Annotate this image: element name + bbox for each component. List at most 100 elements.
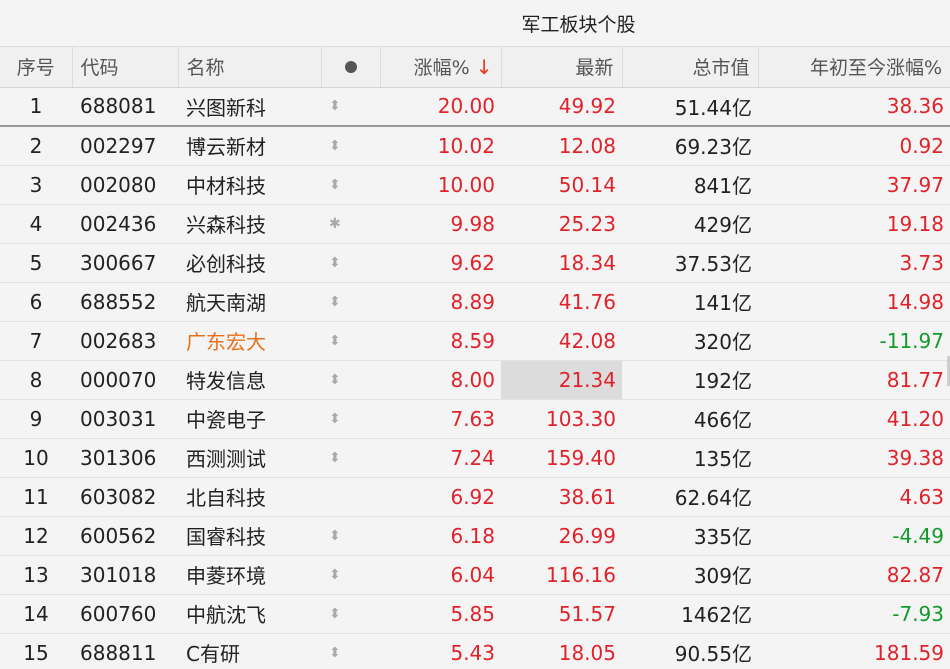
market-cap: 320亿 xyxy=(622,321,758,361)
row-index: 10 xyxy=(0,438,72,478)
trend-icon: ⬍ xyxy=(321,438,380,478)
trend-icon: ⬍ xyxy=(321,555,380,595)
column-header-code[interactable]: 代码 xyxy=(72,47,179,88)
table-row[interactable]: 9 003031 中瓷电子 ⬍ 7.63 103.30 466亿 41.20 xyxy=(0,399,950,439)
row-index: 9 xyxy=(0,399,72,439)
stock-code: 301018 xyxy=(72,555,178,595)
market-cap: 69.23亿 xyxy=(622,126,758,166)
stock-name: C有研 xyxy=(178,633,321,669)
ytd-change: 37.97 xyxy=(758,165,950,205)
row-index: 8 xyxy=(0,360,72,400)
row-index: 1 xyxy=(0,87,72,127)
stock-name: 博云新材 xyxy=(178,126,321,166)
stock-code: 002683 xyxy=(72,321,178,361)
trend-icon: ⬍ xyxy=(321,399,380,439)
stock-code: 600562 xyxy=(72,516,178,556)
latest-price: 18.05 xyxy=(501,633,622,669)
ytd-change: 81.77 xyxy=(758,360,950,400)
table-row[interactable]: 5 300667 必创科技 ⬍ 9.62 18.34 37.53亿 3.73 xyxy=(0,243,950,283)
market-cap: 90.55亿 xyxy=(622,633,758,669)
change-pct: 8.89 xyxy=(380,282,501,322)
trend-icon: ✱ xyxy=(321,204,380,244)
change-pct: 8.00 xyxy=(380,360,501,400)
row-index: 7 xyxy=(0,321,72,361)
ytd-change: 41.20 xyxy=(758,399,950,439)
latest-price: 116.16 xyxy=(501,555,622,595)
row-index: 5 xyxy=(0,243,72,283)
stock-code: 688552 xyxy=(72,282,178,322)
change-pct: 10.02 xyxy=(380,126,501,166)
stock-name: 中瓷电子 xyxy=(178,399,321,439)
table-row[interactable]: 12 600562 国睿科技 ⬍ 6.18 26.99 335亿 -4.49 xyxy=(0,516,950,556)
stock-code: 003031 xyxy=(72,399,178,439)
ytd-change: 38.36 xyxy=(758,87,950,127)
market-cap: 466亿 xyxy=(622,399,758,439)
table-body: 1 688081 兴图新科 ⬍ 20.00 49.92 51.44亿 38.36 2 002297… xyxy=(0,87,950,669)
trend-icon: ⬍ xyxy=(321,360,380,400)
table-row[interactable]: 10 301306 西测测试 ⬍ 7.24 159.40 135亿 39.38 xyxy=(0,438,950,478)
ytd-change: 39.38 xyxy=(758,438,950,478)
table-row[interactable]: 2 002297 博云新材 ⬍ 10.02 12.08 69.23亿 0.92 xyxy=(0,126,950,166)
table-row[interactable]: 15 688811 C有研 ⬍ 5.43 18.05 90.55亿 181.59 xyxy=(0,633,950,669)
market-cap: 135亿 xyxy=(622,438,758,478)
stock-name: 必创科技 xyxy=(178,243,321,283)
table-row[interactable]: 13 301018 申菱环境 ⬍ 6.04 116.16 309亿 82.87 xyxy=(0,555,950,595)
market-cap: 429亿 xyxy=(622,204,758,244)
ytd-change: -4.49 xyxy=(758,516,950,556)
trend-icon: ⬍ xyxy=(321,243,380,283)
stock-name: 申菱环境 xyxy=(178,555,321,595)
table-row[interactable]: 3 002080 中材科技 ⬍ 10.00 50.14 841亿 37.97 xyxy=(0,165,950,205)
change-pct: 6.18 xyxy=(380,516,501,556)
latest-price: 26.99 xyxy=(501,516,622,556)
trend-icon: ⬍ xyxy=(321,633,380,669)
stock-code: 000070 xyxy=(72,360,178,400)
latest-price: 103.30 xyxy=(501,399,622,439)
column-header-flag[interactable] xyxy=(321,47,381,88)
table-row[interactable]: 4 002436 兴森科技 ✱ 9.98 25.23 429亿 19.18 xyxy=(0,204,950,244)
table-row[interactable]: 6 688552 航天南湖 ⬍ 8.89 41.76 141亿 14.98 xyxy=(0,282,950,322)
latest-price: 41.76 xyxy=(501,282,622,322)
column-header-ytd[interactable]: 年初至今涨幅% xyxy=(758,47,950,88)
row-index: 14 xyxy=(0,594,72,634)
column-header-index[interactable]: 序号 xyxy=(0,47,73,88)
change-pct: 10.00 xyxy=(380,165,501,205)
row-index: 11 xyxy=(0,477,72,517)
stock-code: 688811 xyxy=(72,633,178,669)
stock-name: 北自科技 xyxy=(178,477,321,517)
latest-price: 12.08 xyxy=(501,126,622,166)
trend-icon: ⬍ xyxy=(321,87,380,127)
latest-price: 25.23 xyxy=(501,204,622,244)
stock-name: 国睿科技 xyxy=(178,516,321,556)
market-cap: 309亿 xyxy=(622,555,758,595)
change-pct: 9.62 xyxy=(380,243,501,283)
column-header-price[interactable]: 最新 xyxy=(501,47,623,88)
stock-name: 中材科技 xyxy=(178,165,321,205)
stock-code: 002080 xyxy=(72,165,178,205)
change-pct: 20.00 xyxy=(380,87,501,127)
stock-code: 002436 xyxy=(72,204,178,244)
ytd-change: 82.87 xyxy=(758,555,950,595)
change-pct: 9.98 xyxy=(380,204,501,244)
table-row[interactable]: 8 000070 特发信息 ⬍ 8.00 21.34 192亿 81.77 xyxy=(0,360,950,400)
column-header-change-pct[interactable]: 涨幅% ↓ xyxy=(380,47,502,88)
table-row[interactable]: 7 002683 广东宏大 ⬍ 8.59 42.08 320亿 -11.97 xyxy=(0,321,950,361)
market-cap: 51.44亿 xyxy=(622,87,758,127)
market-cap: 335亿 xyxy=(622,516,758,556)
latest-price: 18.34 xyxy=(501,243,622,283)
stock-name: 中航沈飞 xyxy=(178,594,321,634)
row-index: 15 xyxy=(0,633,72,669)
column-header-market-cap[interactable]: 总市值 xyxy=(622,47,759,88)
stock-code: 603082 xyxy=(72,477,178,517)
change-pct: 7.24 xyxy=(380,438,501,478)
table-row[interactable]: 11 603082 北自科技 6.92 38.61 62.64亿 4.63 xyxy=(0,477,950,517)
ytd-change: -11.97 xyxy=(758,321,950,361)
column-header-name[interactable]: 名称 xyxy=(178,47,322,88)
table-row[interactable]: 1 688081 兴图新科 ⬍ 20.00 49.92 51.44亿 38.36 xyxy=(0,87,950,127)
trend-icon: ⬍ xyxy=(321,126,380,166)
market-cap: 62.64亿 xyxy=(622,477,758,517)
table-row[interactable]: 14 600760 中航沈飞 ⬍ 5.85 51.57 1462亿 -7.93 xyxy=(0,594,950,634)
sort-desc-icon: ↓ xyxy=(475,55,493,80)
trend-icon: ⬍ xyxy=(321,594,380,634)
row-index: 12 xyxy=(0,516,72,556)
latest-price: 51.57 xyxy=(501,594,622,634)
